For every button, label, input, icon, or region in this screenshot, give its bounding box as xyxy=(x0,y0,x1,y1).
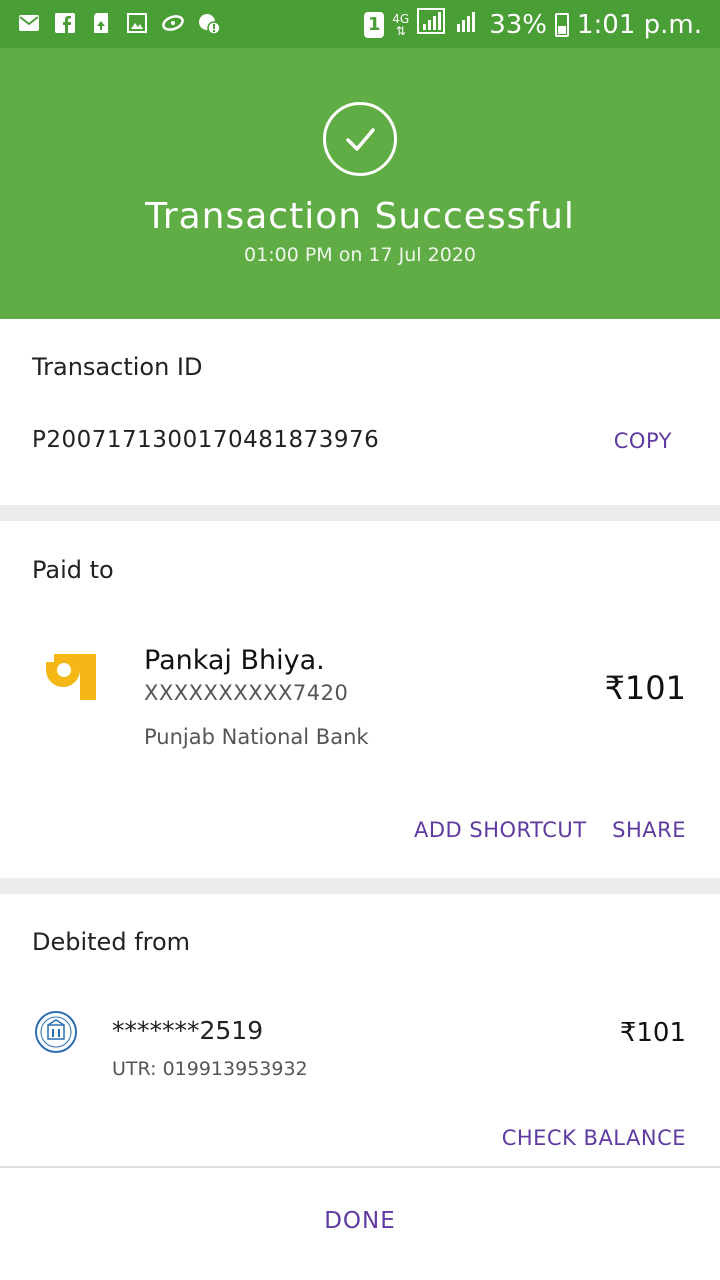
sim-badge: 1 xyxy=(364,11,385,38)
facebook-icon xyxy=(52,10,78,36)
pnb-logo-icon xyxy=(46,654,96,700)
footer-bar: DONE xyxy=(0,1166,720,1280)
network-type: 4G ⇅ xyxy=(392,11,410,38)
status-bar: 1 4G ⇅ 33% 1:01 p.m. xyxy=(0,0,720,48)
gallery-icon xyxy=(124,10,150,36)
battery-percent: 33% xyxy=(489,9,547,40)
clock: 1:01 p.m. xyxy=(576,9,702,40)
done-button[interactable]: DONE xyxy=(0,1208,720,1234)
paid-to-section: Paid to Pankaj Bhiya. XXXXXXXXXX7420 Pun… xyxy=(0,521,720,878)
paid-amount: ₹101 xyxy=(604,669,686,707)
copy-button[interactable]: COPY xyxy=(614,429,672,453)
share-button[interactable]: SHARE xyxy=(612,818,686,842)
add-shortcut-button[interactable]: ADD SHORTCUT xyxy=(414,818,587,842)
transaction-datetime: 01:00 PM on 17 Jul 2020 xyxy=(244,244,476,266)
check-circle-icon xyxy=(323,102,397,176)
divider xyxy=(0,878,720,894)
sd-card-icon xyxy=(88,10,114,36)
debited-from-section: Debited from *******2519 UTR: 0199139539… xyxy=(0,894,720,1166)
page-title: Transaction Successful xyxy=(145,196,575,237)
alert-icon xyxy=(196,10,222,36)
bank-logo-icon xyxy=(35,1011,77,1053)
signal-2-icon xyxy=(453,8,481,41)
signal-icon xyxy=(417,8,446,41)
utr-number: UTR: 019913953932 xyxy=(112,1058,308,1080)
success-header: Transaction Successful 01:00 PM on 17 Ju… xyxy=(0,48,720,319)
transaction-id-section: Transaction ID P2007171300170481873976 C… xyxy=(0,319,720,505)
notification-icons xyxy=(16,10,222,36)
mail-icon xyxy=(16,10,42,36)
divider xyxy=(0,505,720,521)
status-right: 1 4G ⇅ 33% 1:01 p.m. xyxy=(364,8,702,41)
debit-account: *******2519 xyxy=(112,1016,264,1045)
payee-bank: Punjab National Bank xyxy=(144,725,369,749)
debited-from-label: Debited from xyxy=(32,928,191,956)
payee-name: Pankaj Bhiya. xyxy=(144,645,325,676)
battery-icon xyxy=(554,12,569,37)
paid-to-label: Paid to xyxy=(32,556,114,584)
debited-amount: ₹101 xyxy=(619,1018,686,1048)
transaction-id-label: Transaction ID xyxy=(32,353,203,381)
link-icon xyxy=(160,10,186,36)
transaction-id-value: P2007171300170481873976 xyxy=(32,427,380,453)
payee-account: XXXXXXXXXX7420 xyxy=(144,681,349,705)
check-balance-button[interactable]: CHECK BALANCE xyxy=(502,1126,686,1150)
